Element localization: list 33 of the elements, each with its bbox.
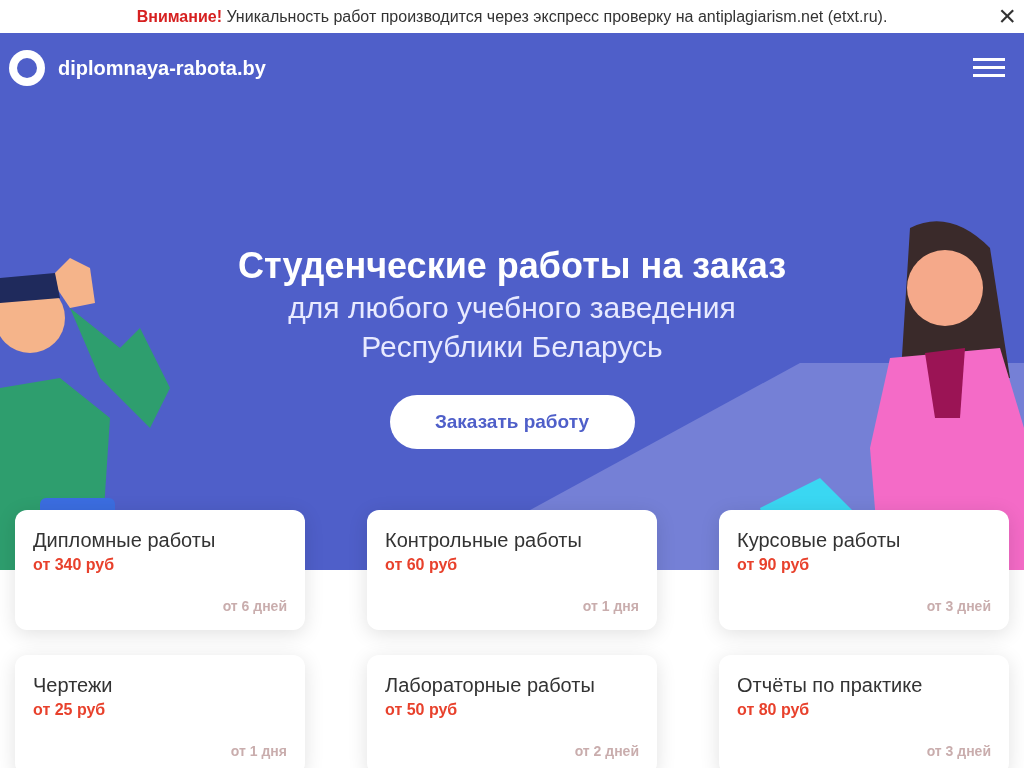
notice-text: Внимание! Уникальность работ производится через экспресс проверку на antiplagiarism.net (etxt.ru). [136, 6, 888, 27]
hero-title: Студенческие работы на заказ [237, 244, 787, 288]
service-price: от 340 руб [33, 555, 116, 575]
site-name[interactable]: diplomnaya-rabota.by [58, 53, 266, 83]
service-card[interactable]: Курсовые работы от 90 руб от 3 дней [719, 510, 1009, 630]
service-card[interactable]: Чертежи от 25 руб от 1 дня [15, 655, 305, 768]
service-title: Лабораторные работы [385, 673, 596, 698]
service-title: Контрольные работы [385, 528, 583, 553]
service-price: от 80 руб [737, 700, 811, 720]
service-card[interactable]: Отчёты по практике от 80 руб от 3 дней [719, 655, 1009, 768]
service-card[interactable]: Контрольные работы от 60 руб от 1 дня [367, 510, 657, 630]
service-term: от 2 дней [574, 742, 639, 761]
service-title: Дипломные работы [33, 528, 217, 553]
service-title: Отчёты по практике [737, 673, 924, 698]
service-title: Курсовые работы [737, 528, 902, 553]
service-term: от 1 дня [230, 742, 287, 761]
service-card[interactable]: Дипломные работы от 340 руб от 6 дней [15, 510, 305, 630]
close-button[interactable]: × [998, 0, 1016, 32]
service-price: от 25 руб [33, 700, 107, 720]
service-price: от 50 руб [385, 700, 459, 720]
service-term: от 1 дня [582, 597, 639, 616]
service-price: от 60 руб [385, 555, 459, 575]
hero-subtitle: для любого учебного заведения [288, 290, 736, 326]
logo-icon [9, 50, 45, 86]
hero-subtitle: Республики Беларусь [361, 329, 663, 365]
service-term: от 3 дней [926, 597, 991, 616]
service-card[interactable]: Лабораторные работы от 50 руб от 2 дней [367, 655, 657, 768]
service-title: Чертежи [33, 673, 114, 698]
order-button[interactable]: Заказать работу [389, 395, 635, 449]
service-term: от 3 дней [926, 742, 991, 761]
service-term: от 6 дней [222, 597, 287, 616]
service-price: от 90 руб [737, 555, 811, 575]
menu-icon[interactable] [973, 58, 1005, 78]
